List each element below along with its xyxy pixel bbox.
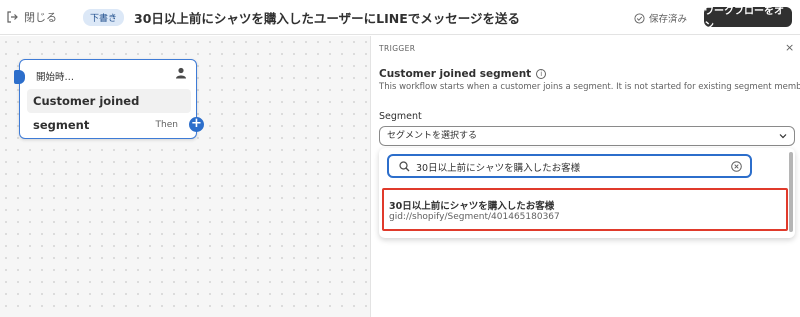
top-bar: 閉じる 下書き 30日以上前にシャツを購入したユーザーにLINEでメッセージを送…: [0, 0, 800, 35]
clear-circle-icon[interactable]: [731, 161, 742, 172]
result-gid: gid://shopify/Segment/401465180367: [389, 212, 560, 222]
close-label: 閉じる: [24, 11, 57, 24]
segment-select[interactable]: セグメントを選択する: [379, 126, 795, 146]
trigger-node[interactable]: 開始時… Customer joined segment Then +: [14, 59, 204, 139]
info-icon[interactable]: i: [536, 69, 547, 79]
draft-badge: 下書き: [83, 8, 125, 26]
segment-select-placeholder: セグメントを選択する: [387, 131, 478, 141]
segment-label: Segment: [379, 111, 422, 122]
saved-label: 保存済み: [649, 14, 688, 25]
panel-close-button[interactable]: ×: [785, 41, 794, 54]
result-name: 30日以上前にシャツを購入したお客様: [389, 201, 555, 212]
panel-description: This workflow starts when a customer joi…: [379, 82, 800, 92]
segment-search-input[interactable]: 30日以上前にシャツを購入したお客様: [387, 154, 752, 178]
person-icon: [176, 67, 186, 79]
exit-icon: [7, 11, 18, 23]
dropdown-scrollbar[interactable]: [789, 152, 793, 232]
search-value: 30日以上前にシャツを購入したお客様: [416, 163, 581, 174]
turn-on-workflow-button[interactable]: ワークフローをオン: [704, 6, 792, 32]
saved-status: 保存済み: [634, 11, 687, 25]
trigger-panel: TRIGGER × Customer joined segment i This…: [370, 36, 800, 317]
segment-result-option[interactable]: 30日以上前にシャツを購入したお客様 gid://shopify/Segment…: [382, 188, 788, 231]
close-button[interactable]: 閉じる: [6, 9, 57, 25]
search-icon: [399, 161, 410, 172]
node-then-label: Then: [155, 120, 178, 130]
workflow-canvas[interactable]: 開始時… Customer joined segment Then +: [0, 36, 370, 317]
panel-title-text: Customer joined segment: [379, 68, 532, 80]
node-input-port: [14, 70, 25, 84]
panel-section-label: TRIGGER: [379, 44, 416, 53]
chevron-down-icon: [779, 134, 787, 139]
check-circle-icon: [634, 12, 645, 24]
workflow-title: 30日以上前にシャツを購入したユーザーにLINEでメッセージを送る: [134, 10, 521, 26]
panel-title: Customer joined segment i: [379, 68, 547, 80]
add-step-button[interactable]: +: [189, 117, 204, 132]
node-name: Customer joined segment: [27, 89, 191, 132]
node-header: 開始時…: [36, 72, 75, 83]
